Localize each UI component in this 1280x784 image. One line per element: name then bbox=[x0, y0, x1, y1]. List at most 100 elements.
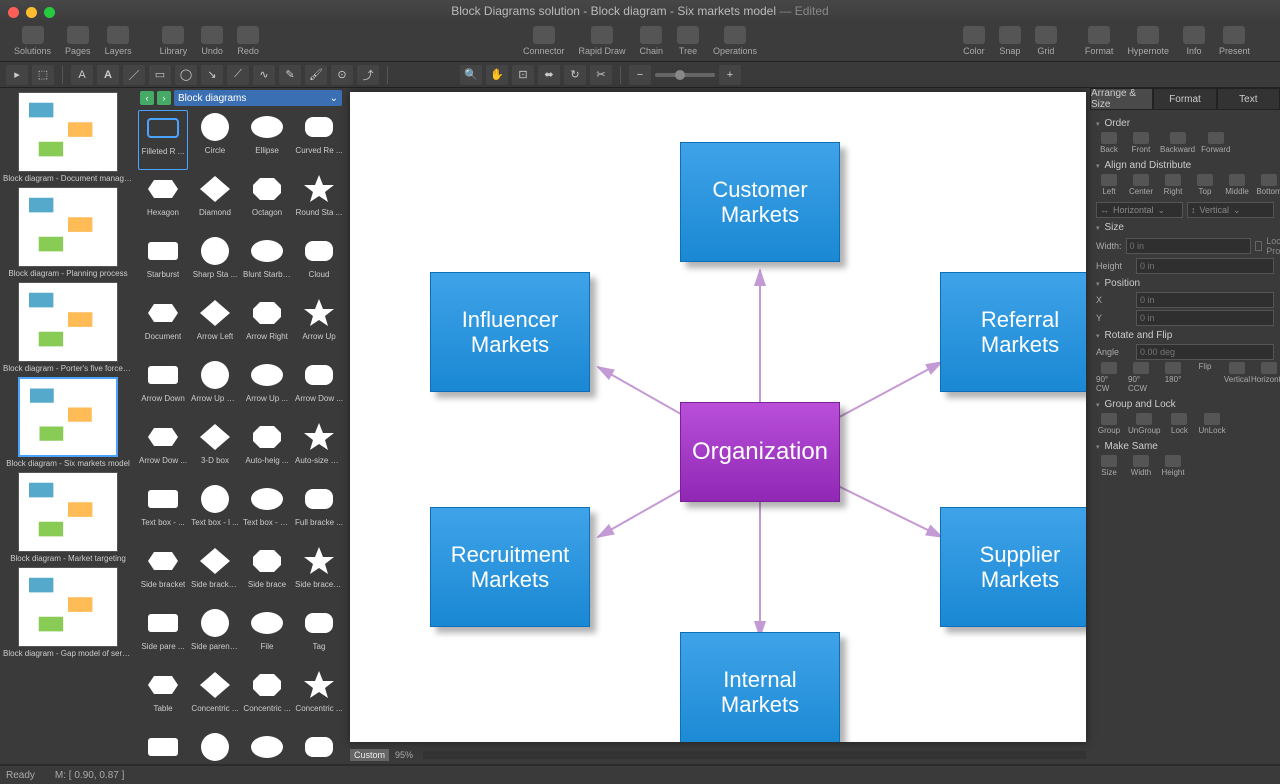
shape-0[interactable]: Filleted R ... bbox=[138, 110, 188, 170]
tab-1[interactable]: Format bbox=[1153, 88, 1216, 110]
rotate-btn-0[interactable]: 90° CW bbox=[1096, 362, 1122, 393]
zoom-in-button[interactable]: + bbox=[719, 65, 741, 85]
height-input[interactable] bbox=[1136, 258, 1274, 274]
format-button[interactable]: Format bbox=[1079, 24, 1120, 58]
diagram-node-5[interactable]: InternalMarkets bbox=[680, 632, 840, 742]
zoom-tool[interactable]: 🔍 bbox=[460, 65, 482, 85]
zoom-out-button[interactable]: − bbox=[629, 65, 651, 85]
shape-32[interactable]: Side pare ... bbox=[138, 606, 188, 666]
template-thumb-0[interactable]: Block diagram - Document management... bbox=[2, 92, 134, 183]
minimize-window-icon[interactable] bbox=[26, 7, 37, 18]
order-btn-1[interactable]: Front bbox=[1128, 132, 1154, 154]
diagram-node-3[interactable]: RecruitmentMarkets bbox=[430, 507, 590, 627]
shape-43[interactable]: Partial layer 3 bbox=[294, 730, 344, 764]
template-thumb-5[interactable]: Block diagram - Gap model of service q..… bbox=[2, 567, 134, 658]
hypernote-button[interactable]: Hypernote bbox=[1121, 24, 1175, 58]
grouplock-btn-0[interactable]: Group bbox=[1096, 413, 1122, 435]
shape-12[interactable]: Document bbox=[138, 296, 188, 356]
diagram-node-4[interactable]: SupplierMarkets bbox=[940, 507, 1086, 627]
shape-41[interactable]: Partial layer 1 bbox=[190, 730, 240, 764]
grouplock-btn-2[interactable]: Lock bbox=[1166, 413, 1192, 435]
shape-34[interactable]: File bbox=[242, 606, 292, 666]
rect-tool[interactable]: ▭ bbox=[149, 65, 171, 85]
grid-button[interactable]: Grid bbox=[1029, 24, 1063, 58]
template-thumb-3[interactable]: Block diagram - Six markets model bbox=[2, 377, 134, 468]
align-btn-5[interactable]: Bottom bbox=[1256, 174, 1280, 196]
shape-16[interactable]: Arrow Down bbox=[138, 358, 188, 418]
rotate-btn-1[interactable]: 90° CCW bbox=[1128, 362, 1154, 393]
undo-button[interactable]: Undo bbox=[195, 24, 229, 58]
maximize-window-icon[interactable] bbox=[44, 7, 55, 18]
shape-24[interactable]: Text box - ... bbox=[138, 482, 188, 542]
text-tool[interactable]: A bbox=[71, 65, 93, 85]
shape-2[interactable]: Ellipse bbox=[242, 110, 292, 170]
bold-tool[interactable]: A bbox=[97, 65, 119, 85]
curve-tool[interactable]: ∿ bbox=[253, 65, 275, 85]
shape-42[interactable]: Partial layer 2 bbox=[242, 730, 292, 764]
stamp-tool[interactable]: ⊙ bbox=[331, 65, 353, 85]
shape-29[interactable]: Side bracket ... bbox=[190, 544, 240, 604]
horizontal-scrollbar[interactable] bbox=[423, 751, 1086, 759]
shape-6[interactable]: Octagon bbox=[242, 172, 292, 232]
shape-28[interactable]: Side bracket bbox=[138, 544, 188, 604]
makesame-btn-2[interactable]: Height bbox=[1160, 455, 1186, 477]
grouplock-btn-1[interactable]: UnGroup bbox=[1128, 413, 1160, 435]
shape-13[interactable]: Arrow Left bbox=[190, 296, 240, 356]
flip-btn-1[interactable]: Horizontal bbox=[1256, 362, 1280, 393]
connector-button[interactable]: Connector bbox=[517, 24, 571, 58]
shape-26[interactable]: Text box - p ... bbox=[242, 482, 292, 542]
y-input[interactable] bbox=[1136, 310, 1274, 326]
close-window-icon[interactable] bbox=[8, 7, 19, 18]
pencil-tool[interactable]: ✎ bbox=[279, 65, 301, 85]
rotate-tool[interactable]: ↻ bbox=[564, 65, 586, 85]
template-thumb-1[interactable]: Block diagram - Planning process bbox=[2, 187, 134, 278]
lock-proportions-checkbox[interactable] bbox=[1255, 241, 1263, 251]
shape-31[interactable]: Side brace - ... bbox=[294, 544, 344, 604]
pages-button[interactable]: Pages bbox=[59, 24, 97, 58]
view-mode[interactable]: Custom bbox=[350, 749, 389, 761]
template-thumb-2[interactable]: Block diagram - Porter's five forces mod… bbox=[2, 282, 134, 373]
library-button[interactable]: Library bbox=[154, 24, 194, 58]
crop2-tool[interactable]: ✂ bbox=[590, 65, 612, 85]
shape-4[interactable]: Hexagon bbox=[138, 172, 188, 232]
flip-btn-0[interactable]: Vertical bbox=[1224, 362, 1250, 393]
makesame-btn-0[interactable]: Size bbox=[1096, 455, 1122, 477]
shape-17[interactable]: Arrow Up Left bbox=[190, 358, 240, 418]
shape-35[interactable]: Tag bbox=[294, 606, 344, 666]
shape-7[interactable]: Round Sta ... bbox=[294, 172, 344, 232]
shapes-library-dropdown[interactable]: Block diagrams⌄ bbox=[174, 90, 342, 106]
diagram-node-0[interactable]: CustomerMarkets bbox=[680, 142, 840, 262]
diagram-node-1[interactable]: InfluencerMarkets bbox=[430, 272, 590, 392]
shape-33[interactable]: Side parenth ... bbox=[190, 606, 240, 666]
align-btn-3[interactable]: Top bbox=[1192, 174, 1218, 196]
shape-40[interactable]: Concentric ... bbox=[138, 730, 188, 764]
width-input[interactable] bbox=[1126, 238, 1251, 254]
layers-button[interactable]: Layers bbox=[99, 24, 138, 58]
rotate-btn-2[interactable]: 180° bbox=[1160, 362, 1186, 393]
solutions-button[interactable]: Solutions bbox=[8, 24, 57, 58]
angle-input[interactable] bbox=[1136, 344, 1274, 360]
pointer-tool[interactable]: ▸ bbox=[6, 65, 28, 85]
shape-30[interactable]: Side brace bbox=[242, 544, 292, 604]
operations-button[interactable]: Operations bbox=[707, 24, 763, 58]
arc-tool[interactable]: ⟋ bbox=[227, 65, 249, 85]
shape-20[interactable]: Arrow Dow ... bbox=[138, 420, 188, 480]
template-thumb-4[interactable]: Block diagram - Market targeting bbox=[2, 472, 134, 563]
shape-36[interactable]: Table bbox=[138, 668, 188, 728]
chain-button[interactable]: Chain bbox=[634, 24, 670, 58]
shape-25[interactable]: Text box - l ... bbox=[190, 482, 240, 542]
present-button[interactable]: Present bbox=[1213, 24, 1256, 58]
shape-5[interactable]: Diamond bbox=[190, 172, 240, 232]
order-btn-3[interactable]: Forward bbox=[1201, 132, 1230, 154]
shape-10[interactable]: Blunt Starburst bbox=[242, 234, 292, 294]
shape-22[interactable]: Auto-heig ... bbox=[242, 420, 292, 480]
shape-23[interactable]: Auto-size box bbox=[294, 420, 344, 480]
hand-tool[interactable]: ✋ bbox=[486, 65, 508, 85]
align-btn-2[interactable]: Right bbox=[1160, 174, 1186, 196]
ellipse-tool[interactable]: ◯ bbox=[175, 65, 197, 85]
resize-tool[interactable]: ⬌ bbox=[538, 65, 560, 85]
crop-tool[interactable]: ⊡ bbox=[512, 65, 534, 85]
shape-27[interactable]: Full bracke ... bbox=[294, 482, 344, 542]
snap-button[interactable]: Snap bbox=[993, 24, 1027, 58]
line-tool[interactable]: ／ bbox=[123, 65, 145, 85]
